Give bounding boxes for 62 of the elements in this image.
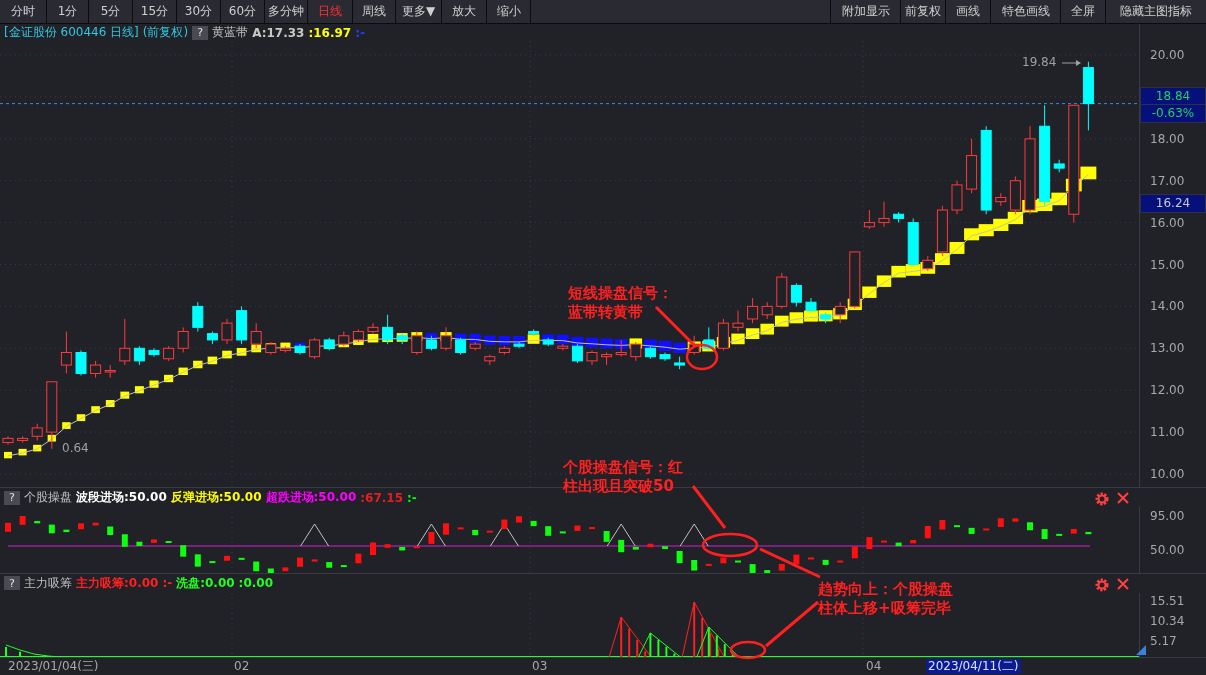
indicator-tick: 50.00 [1150, 542, 1186, 558]
indicator-tick: 95.00 [1150, 508, 1186, 524]
price-tick: 13.00 [1150, 340, 1186, 357]
price-tick: 11.00 [1150, 424, 1186, 441]
price-tick: 14.00 [1150, 298, 1186, 315]
adjust-label: (前复权) [142, 24, 189, 41]
spike-group [5, 644, 61, 658]
indicator-value: A:17.33 [252, 25, 305, 40]
indicator-value: :0.00 [238, 576, 273, 591]
price-tick: 15.00 [1150, 256, 1186, 273]
callout-ellipse [729, 640, 767, 660]
help-button[interactable]: ? [4, 490, 20, 505]
period-tab[interactable]: 多分钟 [265, 0, 308, 23]
indicator-value: 超跌进场:50.00 [265, 489, 357, 506]
price-tick: 12.00 [1150, 382, 1186, 399]
indicator-value: 洗盘:0.00 [176, 574, 235, 592]
price-tag: -0.63% [1140, 104, 1206, 124]
date-tick: 03 [531, 658, 549, 674]
price-tick: 20.00 [1150, 47, 1186, 64]
annotation-text: 趋势向上：个股操盘 柱体上移+吸筹完毕 [818, 580, 953, 618]
callout-ellipse [701, 532, 759, 558]
help-button[interactable]: ? [4, 576, 20, 591]
indicator-tick: 5.17 [1150, 632, 1178, 649]
date-tick: 02 [233, 658, 251, 674]
callout-line [759, 547, 821, 579]
indicator-value: 反弹进场:50.00 [170, 489, 262, 506]
callout-line [691, 485, 727, 529]
indicator-value: :- [355, 25, 365, 40]
high-arrow-icon [1061, 60, 1081, 67]
indicator-value: :67.15 [360, 490, 404, 505]
indicator-value: :16.97 [308, 25, 352, 40]
price-tick: 16.00 [1150, 214, 1186, 231]
settings-icon[interactable] [1094, 491, 1110, 508]
price-tick: 18.00 [1150, 130, 1186, 147]
indicator-value: 波段进场:50.00 [76, 489, 167, 506]
indicator-name: 黄蓝带 [212, 24, 249, 41]
high-price-label: 19.84 [1022, 55, 1057, 70]
price-tag: 16.24 [1140, 194, 1206, 214]
close-icon[interactable] [1116, 491, 1130, 506]
indicator-value: 主力吸筹:0.00 [76, 574, 159, 592]
date-tick: 2023/01/04(三) [7, 658, 100, 674]
indicator-name: 个股操盘 [24, 489, 72, 506]
indicator-name: 主力吸筹 [24, 574, 72, 592]
indicator-tick: 10.34 [1150, 612, 1186, 629]
settings-icon[interactable] [1094, 577, 1110, 593]
date-tick: 04 [865, 658, 883, 674]
indicator-value: :- [162, 576, 173, 591]
corner-triangle-icon [1136, 644, 1146, 655]
callout-line [654, 305, 697, 348]
help-button[interactable]: ? [192, 25, 209, 40]
callout-ellipse [685, 343, 719, 371]
stock-title: [金证股份 600446 日线] [4, 24, 139, 41]
annotation-text: 个股操盘信号：红 柱出现且突破50 [563, 458, 683, 496]
indicator-tick: 15.51 [1150, 592, 1186, 609]
callout-line [765, 600, 819, 648]
annotation-text: 短线操盘信号： 蓝带转黄带 [568, 284, 673, 322]
price-tick: 17.00 [1150, 172, 1186, 189]
indicator-value: :- [407, 490, 417, 505]
price-tick: 10.00 [1150, 465, 1186, 482]
low-price-label: 0.64 [62, 441, 89, 456]
cursor-date-label: 2023/04/11(二) [926, 658, 1021, 674]
close-icon[interactable] [1116, 577, 1130, 591]
